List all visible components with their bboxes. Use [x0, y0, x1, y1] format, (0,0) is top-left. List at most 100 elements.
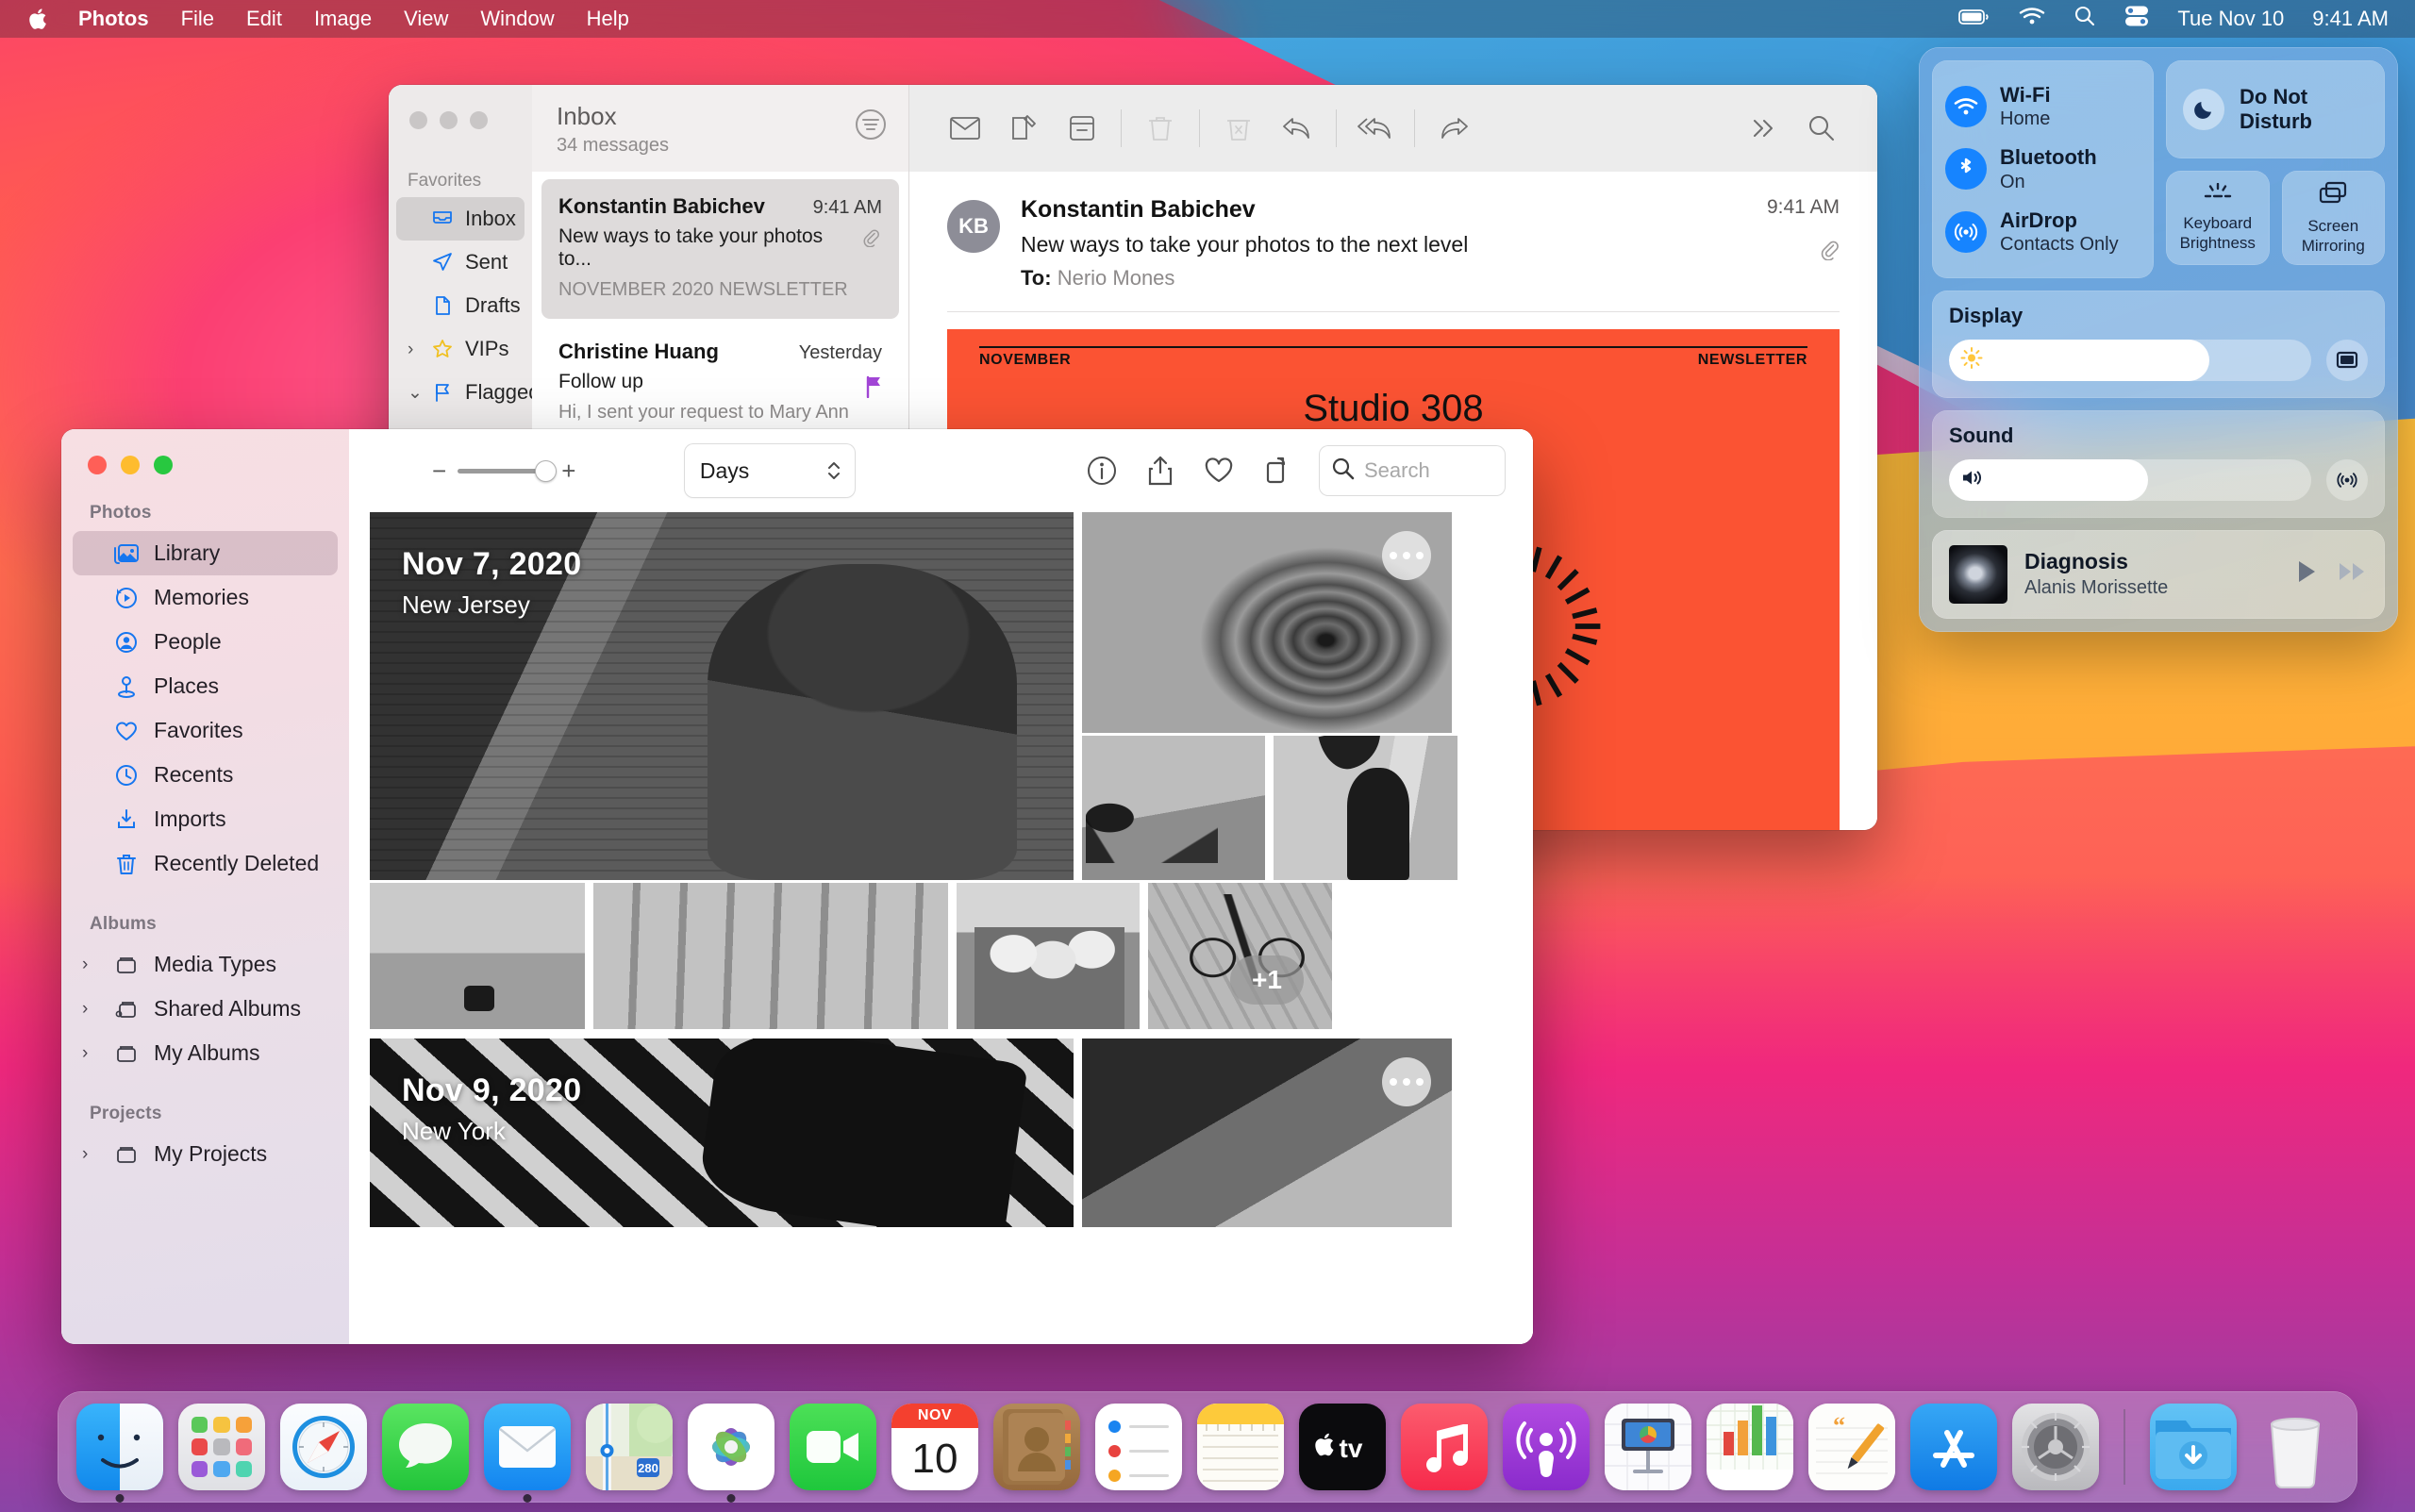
mail-zoom-button[interactable]: [470, 111, 488, 129]
do-not-disturb-toggle[interactable]: Do Not Disturb: [2166, 60, 2385, 158]
dock-item-system-preferences[interactable]: [2012, 1404, 2099, 1490]
keyboard-brightness-tile[interactable]: Keyboard Brightness: [2166, 171, 2270, 265]
dock-item-maps[interactable]: 280: [586, 1404, 673, 1490]
photo-cell-hero[interactable]: Nov 9, 2020 New York: [370, 1038, 1074, 1227]
chevron-right-icon[interactable]: ›: [82, 999, 99, 1020]
dock-item-podcasts[interactable]: [1503, 1404, 1590, 1490]
forward-icon[interactable]: [1424, 114, 1483, 142]
sidebar-item-people[interactable]: People: [73, 620, 338, 664]
junk-icon[interactable]: [1209, 113, 1268, 143]
compose-icon[interactable]: [994, 113, 1053, 143]
reply-all-icon[interactable]: [1346, 114, 1405, 142]
dock-item-keynote[interactable]: [1605, 1404, 1691, 1490]
dock-item-downloads[interactable]: [2150, 1404, 2237, 1490]
info-icon[interactable]: [1073, 455, 1131, 487]
more-dots-icon[interactable]: [1382, 1057, 1431, 1106]
control-center-icon[interactable]: [2124, 5, 2149, 33]
photo-cell-hero[interactable]: Nov 7, 2020 New Jersey: [370, 512, 1074, 880]
chevron-down-icon[interactable]: ⌄: [408, 384, 423, 402]
photos-minimize-button[interactable]: [121, 456, 140, 474]
sidebar-item-shared-albums[interactable]: › Shared Albums: [73, 987, 338, 1031]
rotate-icon[interactable]: [1248, 456, 1307, 486]
reply-icon[interactable]: [1268, 114, 1326, 142]
search-icon[interactable]: [2074, 5, 2096, 33]
airdrop-toggle[interactable]: AirDrop Contacts Only: [1945, 201, 2140, 263]
dock-item-facetime[interactable]: [790, 1404, 876, 1490]
wifi-toggle[interactable]: Wi-Fi Home: [1945, 75, 2140, 138]
dock-item-photos[interactable]: [688, 1404, 774, 1503]
photos-close-button[interactable]: [88, 456, 107, 474]
dock-item-finder[interactable]: [76, 1404, 163, 1503]
search-input[interactable]: Search: [1319, 446, 1505, 495]
photo-cell-hands[interactable]: [1082, 736, 1265, 880]
sidebar-item-library[interactable]: Library: [73, 531, 338, 575]
sidebar-item-media-types[interactable]: › Media Types: [73, 942, 338, 987]
dock-item-notes[interactable]: [1197, 1404, 1284, 1490]
menu-item-file[interactable]: File: [165, 0, 230, 38]
zoom-slider[interactable]: − +: [432, 458, 575, 483]
view-mode-select[interactable]: Days: [684, 444, 855, 497]
sort-icon[interactable]: [854, 108, 888, 146]
dock-item-calendar[interactable]: NOV 10: [891, 1404, 978, 1490]
mail-sidebar-item-drafts[interactable]: Drafts: [396, 284, 525, 327]
chevron-right-icon[interactable]: ›: [82, 955, 99, 975]
play-icon[interactable]: [2294, 558, 2319, 590]
menu-item-image[interactable]: Image: [298, 0, 388, 38]
sidebar-item-places[interactable]: Places: [73, 664, 338, 708]
photos-grid[interactable]: Nov 7, 2020 New Jersey +1 Nov 9, 2020 Ne…: [349, 512, 1533, 1344]
mail-sidebar-item-inbox[interactable]: Inbox: [396, 197, 525, 241]
photo-cell-bike[interactable]: +1: [1148, 883, 1332, 1029]
bluetooth-toggle[interactable]: Bluetooth On: [1945, 138, 2140, 200]
dock-item-messages[interactable]: [382, 1404, 469, 1490]
sidebar-item-my-projects[interactable]: › My Projects: [73, 1132, 338, 1176]
share-icon[interactable]: [1131, 455, 1190, 487]
menu-item-view[interactable]: View: [388, 0, 464, 38]
dock-item-reminders[interactable]: [1095, 1404, 1182, 1490]
apple-logo-icon[interactable]: [19, 7, 62, 31]
photo-cell-building[interactable]: [593, 883, 948, 1029]
sidebar-item-my-albums[interactable]: › My Albums: [73, 1031, 338, 1075]
chevron-right-icon[interactable]: ›: [82, 1043, 99, 1064]
dock-item-trash[interactable]: [2252, 1404, 2339, 1490]
more-chevrons-icon[interactable]: [1734, 116, 1792, 141]
favorite-heart-icon[interactable]: [1190, 457, 1248, 485]
zoom-slider-track[interactable]: [458, 459, 558, 482]
mail-sidebar-item-flagged[interactable]: ⌄ Flagged: [396, 371, 541, 414]
photo-cell-arch[interactable]: [1082, 512, 1452, 733]
mark-unread-icon[interactable]: [936, 114, 994, 142]
delete-icon[interactable]: [1131, 113, 1190, 143]
dock-item-mail[interactable]: [484, 1404, 571, 1503]
chevron-right-icon[interactable]: ›: [408, 341, 420, 358]
photos-zoom-button[interactable]: [154, 456, 173, 474]
archive-icon[interactable]: [1053, 113, 1111, 143]
mail-sidebar-item-sent[interactable]: Sent: [396, 241, 525, 284]
menu-item-window[interactable]: Window: [464, 0, 570, 38]
mail-minimize-button[interactable]: [440, 111, 458, 129]
more-dots-icon[interactable]: [1382, 531, 1431, 580]
menu-item-edit[interactable]: Edit: [230, 0, 298, 38]
dock-item-pages[interactable]: “: [1808, 1404, 1895, 1490]
sidebar-item-imports[interactable]: Imports: [73, 797, 338, 841]
chevron-right-icon[interactable]: ›: [82, 1144, 99, 1165]
dock-item-launchpad[interactable]: [178, 1404, 265, 1490]
zoom-slider-knob[interactable]: [535, 459, 558, 482]
menu-item-help[interactable]: Help: [571, 0, 645, 38]
display-aux-icon[interactable]: [2326, 339, 2368, 381]
sound-volume-slider[interactable]: [1949, 458, 2311, 501]
mail-sidebar-item-vips[interactable]: › VIPs: [396, 327, 525, 371]
dock-item-safari[interactable]: [280, 1404, 367, 1490]
sidebar-item-recently-deleted[interactable]: Recently Deleted: [73, 841, 338, 886]
display-brightness-slider[interactable]: [1949, 339, 2311, 381]
dock-item-appletv[interactable]: tv: [1299, 1404, 1386, 1490]
photo-cell-friends[interactable]: [957, 883, 1140, 1029]
paperclip-icon[interactable]: [1767, 240, 1840, 265]
mail-close-button[interactable]: [409, 111, 427, 129]
overflow-count-badge[interactable]: +1: [1230, 955, 1304, 1005]
fast-forward-icon[interactable]: [2338, 559, 2368, 589]
photo-cell-secondary[interactable]: [1082, 1038, 1452, 1227]
dock-item-numbers[interactable]: [1707, 1404, 1793, 1490]
zoom-out-button[interactable]: −: [432, 458, 446, 483]
screen-mirroring-tile[interactable]: Screen Mirroring: [2281, 171, 2385, 265]
search-icon[interactable]: [1792, 114, 1851, 142]
photo-cell-silhouette[interactable]: [1274, 736, 1457, 880]
